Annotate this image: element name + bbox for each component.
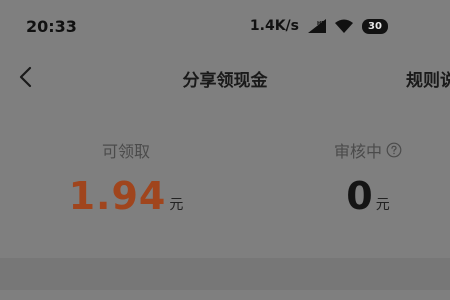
status-bar: 20:33 1.4K/s HD 30 [0, 0, 450, 56]
network-speed: 1.4K/s [249, 18, 299, 34]
claimable-label: 可领取 [101, 142, 150, 161]
claimable-unit: 元 [169, 197, 184, 213]
rules-link[interactable]: 规则说明 [406, 66, 450, 91]
reviewing-unit: 元 [375, 197, 390, 213]
claimable-balance: 可领取 1.94 元 [26, 138, 226, 218]
screen: 20:33 1.4K/s HD 30 分享领现金 规则说明 [0, 0, 450, 300]
reviewing-balance: 审核中 0 元 [268, 138, 450, 218]
reviewing-label: 审核中 [268, 138, 450, 162]
status-icons: 1.4K/s HD 30 [250, 18, 388, 34]
nav-bar: 分享领现金 规则说明 [0, 56, 450, 98]
claimable-value: 1.94 元 [26, 174, 226, 218]
battery-indicator: 30 [362, 18, 388, 34]
status-time: 20:33 [26, 16, 77, 36]
page-title: 分享领现金 [182, 71, 268, 91]
help-icon[interactable] [386, 142, 402, 158]
section-divider [0, 258, 450, 290]
wifi-icon [335, 19, 353, 33]
svg-text:HD: HD [317, 21, 325, 27]
reviewing-amount: 0 [346, 174, 373, 218]
claimable-amount: 1.94 [68, 174, 167, 218]
reviewing-value: 0 元 [268, 174, 450, 218]
signal-icon: HD [308, 19, 326, 33]
bottom-panel [0, 290, 450, 300]
